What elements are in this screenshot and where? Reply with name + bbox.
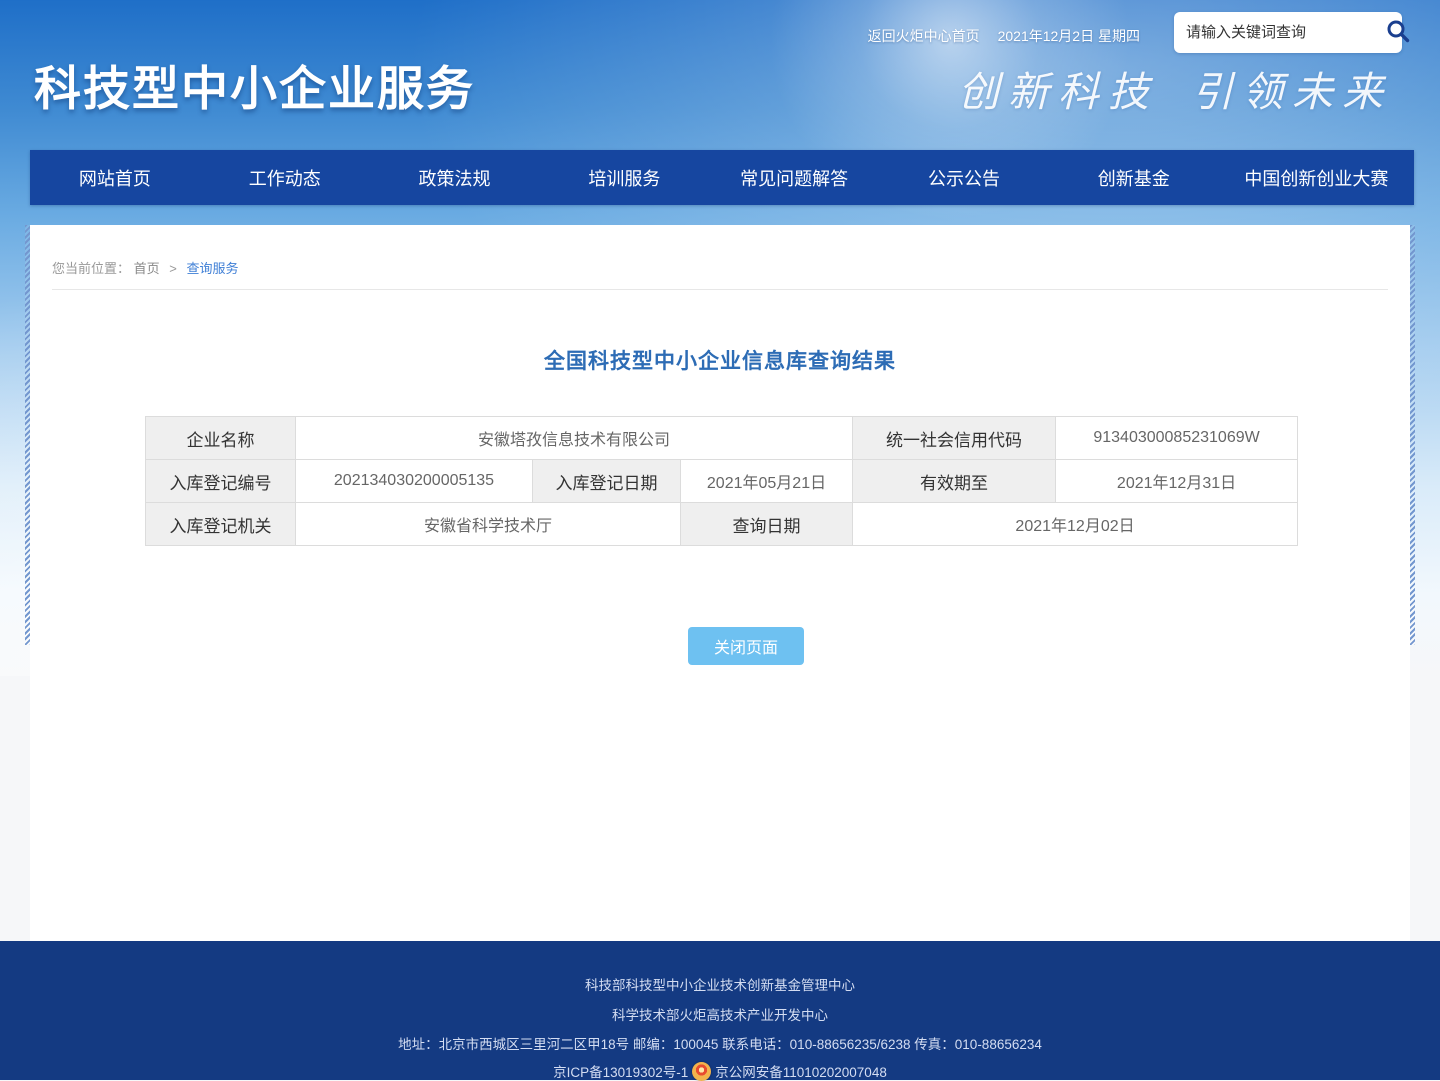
footer-icp-line: 京ICP备13019302号-1 京公网安备11010202007048: [0, 1061, 1440, 1081]
nav-item-competition[interactable]: 中国创新创业大赛: [1219, 150, 1414, 205]
nav-item-faq[interactable]: 常见问题解答: [709, 150, 879, 205]
page: 科技型中小企业服务 返回火炬中心首页 2021年12月2日 星期四 创新科技引领未…: [0, 0, 1440, 1080]
header-slogan: 创新科技引领未来: [958, 58, 1392, 118]
query-date-label: 查询日期: [681, 503, 853, 546]
breadcrumb: 您当前位置： 首页 > 查询服务: [52, 258, 239, 277]
registration-authority-label: 入库登记机关: [146, 503, 296, 546]
main-navigation: 网站首页 工作动态 政策法规 培训服务 常见问题解答 公示公告 创新基金 中国创…: [30, 150, 1414, 205]
breadcrumb-divider: [52, 289, 1388, 290]
footer-contact-line: 地址：北京市西城区三里河二区甲18号 邮编：100045 联系电话：010-88…: [0, 1033, 1440, 1053]
registration-date-label: 入库登记日期: [533, 460, 681, 503]
page-title: 全国科技型中小企业信息库查询结果: [30, 345, 1410, 375]
site-footer: 科技部科技型中小企业技术创新基金管理中心 科学技术部火炬高技术产业开发中心 地址…: [0, 941, 1440, 1080]
icp-number-link[interactable]: 京ICP备13019302号-1: [553, 1061, 688, 1081]
close-page-button[interactable]: 关闭页面: [688, 627, 804, 665]
registration-number-label: 入库登记编号: [146, 460, 296, 503]
nav-item-home[interactable]: 网站首页: [30, 150, 200, 205]
nav-item-announcements[interactable]: 公示公告: [879, 150, 1049, 205]
current-date: 2021年12月2日 星期四: [998, 28, 1140, 44]
search-button[interactable]: [1385, 16, 1411, 50]
breadcrumb-home-link[interactable]: 首页: [134, 261, 160, 276]
table-row: 入库登记机关 安徽省科学技术厅 查询日期 2021年12月02日: [146, 503, 1298, 546]
return-torch-center-link[interactable]: 返回火炬中心首页: [868, 28, 980, 44]
credit-code-label: 统一社会信用代码: [853, 417, 1056, 460]
header-top-links: 返回火炬中心首页 2021年12月2日 星期四: [868, 26, 1140, 46]
footer-org-line2: 科学技术部火炬高技术产业开发中心: [0, 1004, 1440, 1024]
table-row: 企业名称 安徽塔孜信息技术有限公司 统一社会信用代码 9134030008523…: [146, 417, 1298, 460]
police-badge-icon: [692, 1062, 711, 1081]
credit-code-value: 91340300085231069W: [1056, 417, 1298, 460]
search-input[interactable]: [1186, 24, 1385, 41]
table-row: 入库登记编号 202134030200005135 入库登记日期 2021年05…: [146, 460, 1298, 503]
valid-until-label: 有效期至: [853, 460, 1056, 503]
company-name-label: 企业名称: [146, 417, 296, 460]
security-record-link[interactable]: 京公网安备11010202007048: [715, 1061, 887, 1081]
search-icon: [1385, 18, 1411, 47]
nav-item-policy[interactable]: 政策法规: [370, 150, 540, 205]
nav-item-training[interactable]: 培训服务: [539, 150, 709, 205]
content-panel: 您当前位置： 首页 > 查询服务 全国科技型中小企业信息库查询结果 企业名称 安…: [30, 225, 1410, 941]
registration-number-value: 202134030200005135: [296, 460, 533, 503]
nav-item-news[interactable]: 工作动态: [200, 150, 370, 205]
valid-until-value: 2021年12月31日: [1056, 460, 1298, 503]
breadcrumb-prefix: 您当前位置：: [52, 261, 130, 276]
footer-org-line1: 科技部科技型中小企业技术创新基金管理中心: [0, 974, 1440, 994]
nav-item-innovation-fund[interactable]: 创新基金: [1049, 150, 1219, 205]
breadcrumb-current-link[interactable]: 查询服务: [187, 261, 239, 276]
search-box: [1174, 12, 1402, 53]
site-logo: 科技型中小企业服务: [34, 50, 475, 119]
query-result-table: 企业名称 安徽塔孜信息技术有限公司 统一社会信用代码 9134030008523…: [145, 416, 1298, 546]
query-date-value: 2021年12月02日: [853, 503, 1298, 546]
registration-authority-value: 安徽省科学技术厅: [296, 503, 681, 546]
registration-date-value: 2021年05月21日: [681, 460, 853, 503]
breadcrumb-separator: >: [169, 261, 177, 276]
company-name-value: 安徽塔孜信息技术有限公司: [296, 417, 853, 460]
